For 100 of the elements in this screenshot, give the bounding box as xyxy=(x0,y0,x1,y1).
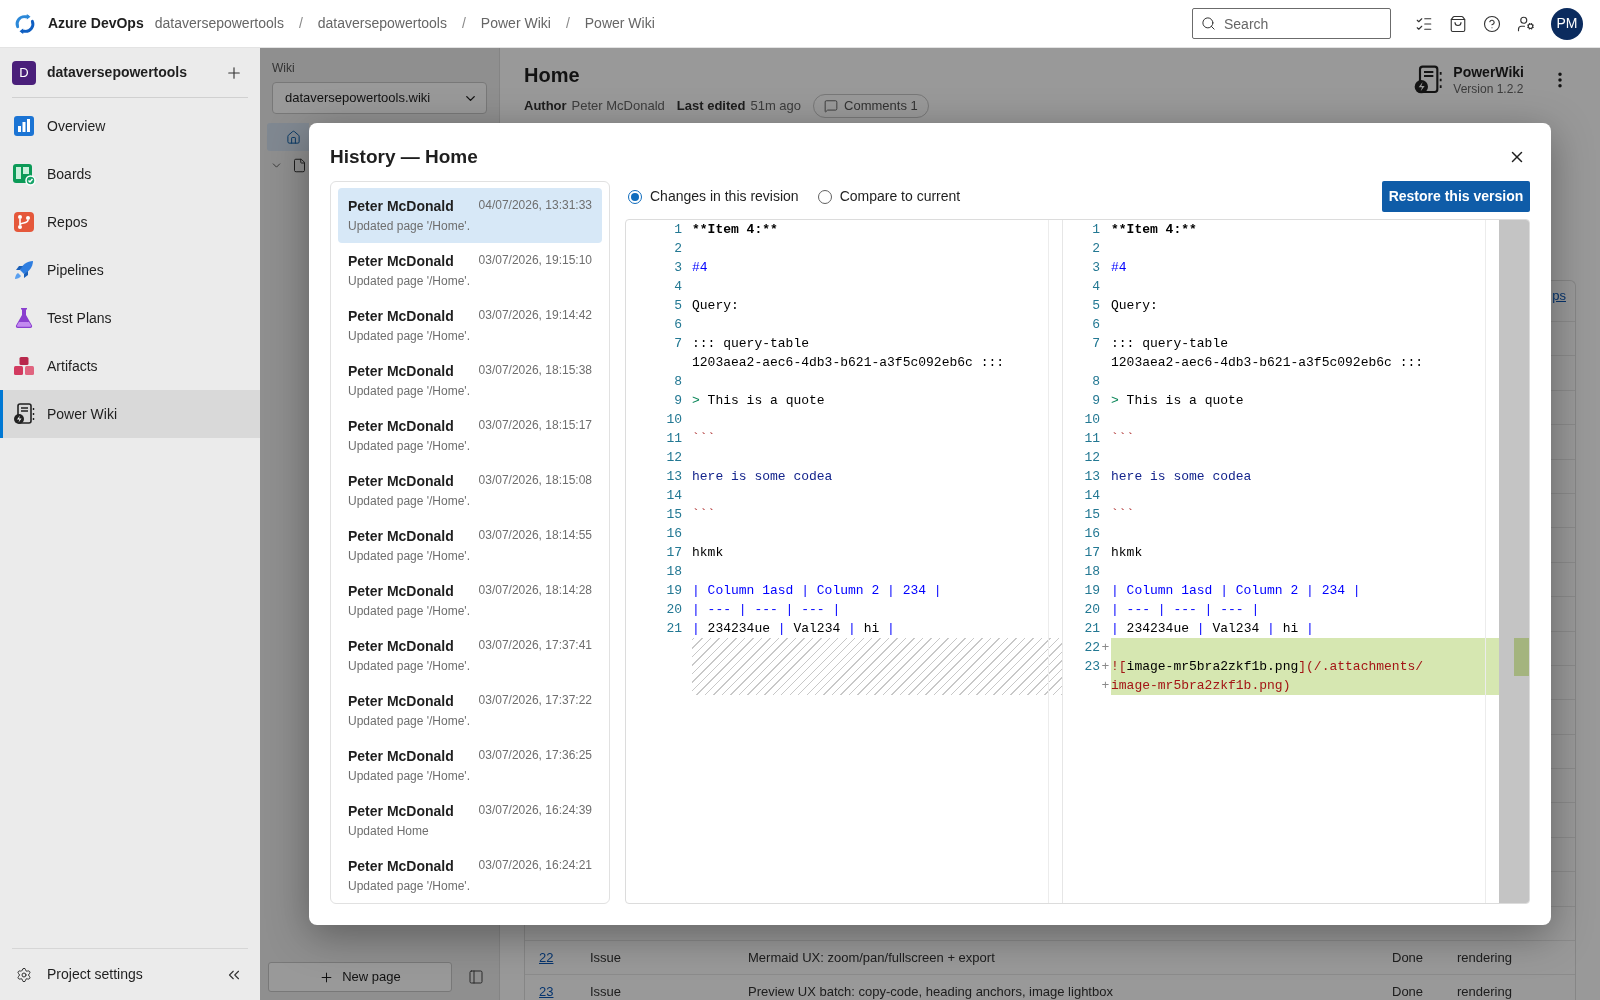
line-number: 4 xyxy=(1092,279,1100,294)
id-link[interactable]: 22 xyxy=(539,949,554,965)
comment-icon xyxy=(824,99,839,113)
revision-item[interactable]: Peter McDonald 03/07/2026, 18:14:28 Updated page '/Home'. xyxy=(338,573,602,628)
revision-summary: Updated page '/Home'. xyxy=(348,329,470,343)
code-line: **Item 4:** xyxy=(1111,222,1197,237)
help-icon[interactable] xyxy=(1483,14,1501,33)
edited-label: Last edited xyxy=(676,97,746,116)
panel-icon[interactable] xyxy=(468,969,484,985)
line-number: 2 xyxy=(674,241,682,256)
author-name: Peter McDonald xyxy=(348,417,454,435)
line-number: 15 xyxy=(666,507,682,522)
code-line: hkmk xyxy=(692,545,724,560)
line-number: 3 xyxy=(1092,260,1100,275)
avatar[interactable]: PM xyxy=(1551,7,1583,40)
author-name: Peter McDonald xyxy=(348,362,454,380)
revision-item[interactable]: Peter McDonald 03/07/2026, 17:37:41 Updated page '/Home'. xyxy=(338,628,602,683)
revision-date: 04/07/2026, 13:31:33 xyxy=(478,197,592,213)
line-number: 13 xyxy=(666,469,682,484)
breadcrumb-link[interactable]: dataversepowertools xyxy=(317,13,447,34)
revision-date: 03/07/2026, 19:14:42 xyxy=(478,307,592,323)
revision-date: 03/07/2026, 19:15:10 xyxy=(478,252,592,268)
breadcrumb-link[interactable]: Power Wiki xyxy=(584,13,655,34)
settings-link[interactable]: Project settings xyxy=(16,964,143,985)
nav-item[interactable]: Artifacts xyxy=(0,342,260,390)
revision-item[interactable]: Peter McDonald 03/07/2026, 18:14:55 Updated page '/Home'. xyxy=(338,518,602,573)
code-line: ``` xyxy=(1111,431,1135,446)
wiki-select[interactable]: dataversepowertools.wiki xyxy=(272,82,487,114)
revision-summary: Updated page '/Home'. xyxy=(348,494,470,508)
radio-option[interactable]: Compare to current xyxy=(817,186,961,207)
revision-item[interactable]: Peter McDonald 03/07/2026, 19:15:10 Updated page '/Home'. xyxy=(338,243,602,298)
table-cell: rendering xyxy=(1457,984,1512,1000)
line-number: 8 xyxy=(1092,374,1100,389)
nav-item[interactable]: Pipelines xyxy=(0,246,260,294)
revision-date: 03/07/2026, 17:37:41 xyxy=(478,637,592,653)
line-number: 4 xyxy=(674,279,682,294)
bag-icon[interactable] xyxy=(1449,14,1467,33)
nav-item[interactable]: Repos xyxy=(0,198,260,246)
line-number: 12 xyxy=(1084,450,1100,465)
line-number: 12 xyxy=(666,450,682,465)
nav-item[interactable]: Test Plans xyxy=(0,294,260,342)
user-gear-icon[interactable] xyxy=(1517,14,1535,33)
code-line: #4 xyxy=(692,260,708,275)
revision-item[interactable]: Peter McDonald 03/07/2026, 19:14:42 Updated page '/Home'. xyxy=(338,298,602,353)
id-link[interactable]: 23 xyxy=(539,984,554,1000)
product-name[interactable]: Azure DevOps xyxy=(48,13,144,34)
line-number: 20 xyxy=(666,602,682,617)
settings-icon xyxy=(16,966,32,983)
line-number: 13 xyxy=(1084,469,1100,484)
line-number: 10 xyxy=(1084,412,1100,427)
breadcrumb-link[interactable]: Power Wiki xyxy=(480,13,551,34)
line-number: 22 xyxy=(1084,640,1100,655)
revision-item[interactable]: Peter McDonald 03/07/2026, 18:15:08 Updated page '/Home'. xyxy=(338,463,602,518)
plus-icon xyxy=(319,969,335,985)
radio-option[interactable]: Changes in this revision xyxy=(628,186,799,207)
revision-item[interactable]: Peter McDonald 03/07/2026, 16:24:39 Updated Home xyxy=(338,793,602,848)
revision-item[interactable]: Peter McDonald 03/07/2026, 16:24:21 Updated page '/Home'. xyxy=(338,848,602,903)
nav-item[interactable]: Power Wiki xyxy=(0,390,260,438)
author-name: Peter McDonald xyxy=(571,97,665,116)
line-number: 14 xyxy=(666,488,682,503)
table-cell: Issue xyxy=(590,984,622,1000)
search-field[interactable]: Search xyxy=(1192,8,1391,39)
nav-item[interactable]: Overview xyxy=(0,102,260,150)
revision-date: 03/07/2026, 18:15:17 xyxy=(478,417,592,433)
line-number: 3 xyxy=(674,260,682,275)
revision-item[interactable]: Peter McDonald 03/07/2026, 18:15:38 Updated page '/Home'. xyxy=(338,353,602,408)
added-marker: + xyxy=(1101,640,1110,655)
line-number: 1 xyxy=(1092,222,1100,237)
line-number: 16 xyxy=(1084,526,1100,541)
added-marker: + xyxy=(1101,659,1110,674)
revision-item[interactable]: Peter McDonald 04/07/2026, 13:31:33 Updated page '/Home'. xyxy=(338,188,602,243)
project-name[interactable]: dataversepowertools xyxy=(47,62,188,83)
table-cell: Done xyxy=(1392,984,1424,1000)
notebook-bolt-icon xyxy=(12,402,36,426)
revision-summary: Updated page '/Home'. xyxy=(348,219,470,233)
line-number: 21 xyxy=(1084,621,1100,636)
code-line: Query: xyxy=(1111,298,1158,313)
line-number: 19 xyxy=(666,583,682,598)
breadcrumb-link[interactable]: dataversepowertools xyxy=(154,13,284,34)
revision-item[interactable]: Peter McDonald 03/07/2026, 18:15:17 Updated page '/Home'. xyxy=(338,408,602,463)
author-name: Peter McDonald xyxy=(348,197,454,215)
logo-icon[interactable] xyxy=(14,12,36,35)
code-line: | 234234ue | Val234 | hi | xyxy=(1111,621,1314,636)
revision-item[interactable]: Peter McDonald 03/07/2026, 17:36:25 Updated page '/Home'. xyxy=(338,738,602,793)
revision-summary: Updated page '/Home'. xyxy=(348,879,470,893)
revision-summary: Updated page '/Home'. xyxy=(348,714,470,728)
rocket-icon xyxy=(12,258,36,282)
author-name: Peter McDonald xyxy=(348,637,454,655)
line-number: 18 xyxy=(1084,564,1100,579)
author-name: Peter McDonald xyxy=(348,802,454,820)
revision-item[interactable]: Peter McDonald 03/07/2026, 17:37:22 Updated page '/Home'. xyxy=(338,683,602,738)
code-line: ::: query-table xyxy=(1111,336,1229,351)
revision-summary: Updated page '/Home'. xyxy=(348,769,470,783)
line-number: 18 xyxy=(666,564,682,579)
restore-button[interactable]: Restore this version xyxy=(1382,181,1530,212)
new-page-button[interactable]: New page xyxy=(268,962,452,992)
header-link[interactable]: ps xyxy=(1552,288,1566,321)
edited-time: 51m ago xyxy=(750,97,802,116)
revision-date: 03/07/2026, 16:24:21 xyxy=(478,857,592,873)
nav-item[interactable]: Boards xyxy=(0,150,260,198)
